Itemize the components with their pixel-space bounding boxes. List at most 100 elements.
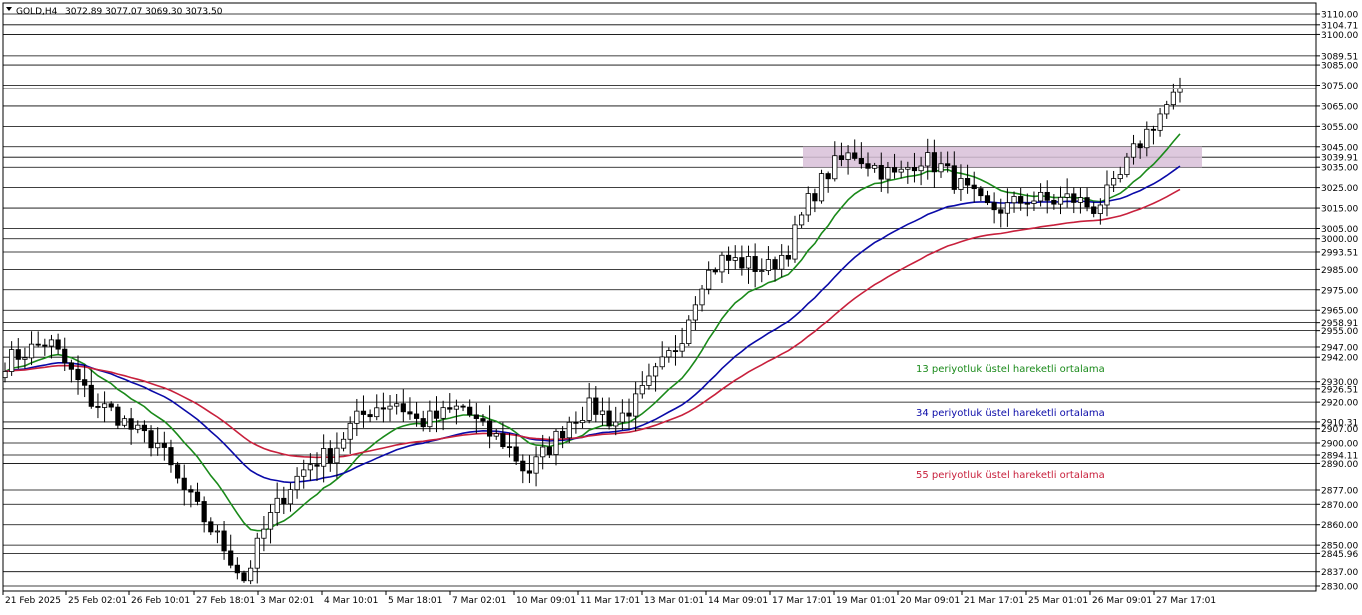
candle-body-up [294,475,300,491]
time-tick-label: 11 Mar 17:01 [580,596,640,606]
candle-body-down [188,489,194,493]
candle-body-down [825,173,831,180]
candle-body-down [473,414,479,419]
candle-body-down [75,368,81,381]
price-tick-label: 3110.00 [1321,11,1358,21]
price-tick-label: 3085.00 [1321,62,1358,72]
candle-body-down [228,550,234,566]
candle-body-up [732,257,738,261]
candle-body-down [560,430,566,439]
chart-canvas[interactable]: 3110.003104.713100.003089.513085.003075.… [0,0,1362,611]
candle-body-up [533,456,539,474]
candle-body-down [573,421,579,424]
candle-body-up [792,224,798,260]
candle-body-down [174,464,181,479]
legend-ema13: 13 periyotluk üstel hareketli ortalama [916,364,1105,375]
candle-body-up [1170,91,1176,106]
candle-body-up [1157,113,1163,131]
candle-body-up [553,430,559,455]
candle-body-down [1091,206,1097,214]
candle-body-up [394,403,400,407]
price-tick-label: 3104.71 [1321,21,1358,31]
candle-body-down [62,348,68,364]
price-tick-label: 3035.00 [1321,164,1358,174]
candle-body-up [334,447,340,464]
candle-body-up [905,167,911,170]
candle-body-up [1130,143,1137,158]
candle-body-up [22,357,28,360]
candle-body-down [991,202,997,211]
candle-body-down [998,209,1004,214]
candle-body-up [493,433,499,437]
candle [686,315,692,347]
candle-body-down [380,407,386,410]
candle-body-up [1117,174,1123,179]
candle-body-up [287,489,294,505]
candle-body-up [374,407,380,418]
candle-body-up [540,446,546,458]
candle-body-up [9,349,15,372]
candle [241,570,247,583]
price-tick-label: 2965.00 [1321,307,1358,317]
candle-body-up [248,567,254,582]
candle-body-down [1071,193,1077,203]
candle-body-down [55,339,61,350]
candle-body-down [194,491,201,502]
candle-body-down [314,464,320,467]
candle-body-up [765,259,772,271]
candle-body-up [579,420,586,424]
candle-body-down [68,362,74,370]
candle-body-down [141,424,148,432]
price-tick-label: 2942.00 [1321,354,1358,364]
time-tick-label: 5 Mar 18:01 [388,596,442,606]
price-tick-label: 2993.51 [1321,248,1358,258]
candle-body-up [321,448,327,467]
candle-body-up [427,410,433,428]
candle-body-up [938,163,944,173]
candle-body-down [413,413,420,419]
price-tick-label: 2837.00 [1321,568,1358,578]
candle-body-up [958,178,964,190]
price-tick-label: 3015.00 [1321,205,1358,215]
price-tick-label: 3055.00 [1321,123,1358,133]
candle-body-down [878,165,884,180]
time-tick-label: 17 Mar 17:01 [772,596,832,606]
price-chart[interactable]: 3110.00 3104.71 3100.00 3089.51 3085.00 3075.… [0,0,1362,611]
time-tick-label: 21 Feb 2025 [5,596,61,606]
candle-body-down [433,410,440,419]
candle-body-up [1164,104,1170,115]
candle-body-down [88,384,94,407]
time-tick-label: 13 Mar 01:01 [644,596,704,606]
candle-body-down [1018,196,1024,204]
candle-body-down [360,410,367,415]
candle-body-up [666,350,672,358]
candle-body-down [852,152,858,159]
candle-body-up [872,165,878,169]
time-tick-label: 21 Mar 17:01 [964,596,1024,606]
candle-body-up [845,152,851,160]
candle-body-down [168,447,174,466]
candle-body-down [945,163,951,167]
price-tick-label: 2947.00 [1321,343,1358,353]
candle-body-up [706,269,712,290]
time-tick-label: 3 Mar 02:01 [260,596,314,606]
time-tick-label: 20 Mar 09:01 [900,596,960,606]
time-tick-label: 26 Feb 10:01 [131,596,190,606]
candle-body-down [500,433,506,448]
price-tick-label: 3065.00 [1321,102,1358,112]
candle-body-up [1077,197,1084,203]
candle-body-up [453,405,460,410]
candle-body-down [281,497,287,505]
price-tick-label: 2870.00 [1321,501,1358,511]
candle-body-down [984,195,991,204]
time-tick-label: 25 Feb 02:01 [68,596,127,606]
candle-body-down [1044,191,1050,201]
time-tick-label: 27 Feb 18:01 [196,596,255,606]
candle-body-down [812,193,818,202]
candle-body-up [885,167,891,180]
candle-body-down [931,152,937,173]
candle-body-down [420,418,426,428]
candle-body-down [891,167,898,173]
price-tick-label: 2890.00 [1321,460,1358,470]
candle-body-down [95,405,101,408]
